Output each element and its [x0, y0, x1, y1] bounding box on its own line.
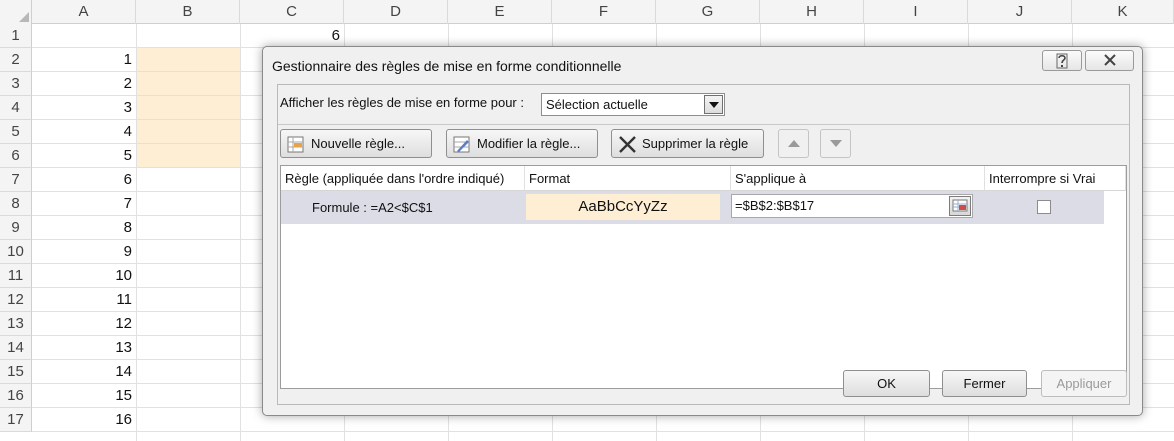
- apply-button[interactable]: Appliquer: [1041, 370, 1127, 397]
- format-preview: AaBbCcYyZz: [526, 194, 720, 220]
- show-rules-value: Sélection actuelle: [546, 97, 648, 112]
- row-header[interactable]: 15: [0, 360, 32, 384]
- dialog-title: Gestionnaire des règles de mise en forme…: [272, 58, 622, 74]
- column-header-g[interactable]: G: [656, 0, 760, 24]
- close-button[interactable]: Fermer: [942, 370, 1027, 397]
- arrow-down-icon: [830, 140, 842, 147]
- column-header-j[interactable]: J: [968, 0, 1072, 24]
- header-stop-if-true: Interrompre si Vrai: [985, 166, 1126, 191]
- cell-a[interactable]: 6: [32, 168, 136, 191]
- row-header[interactable]: 3: [0, 72, 32, 96]
- rule-row[interactable]: Formule : =A2<$C$1 AaBbCcYyZz =$B$2:$B$1…: [281, 191, 1104, 224]
- header-format: Format: [525, 166, 731, 191]
- cell-a[interactable]: 7: [32, 192, 136, 215]
- cell-a[interactable]: 10: [32, 264, 136, 287]
- cell-a[interactable]: 16: [32, 408, 136, 431]
- row-header[interactable]: 6: [0, 144, 32, 168]
- row-header[interactable]: 13: [0, 312, 32, 336]
- column-header-k[interactable]: K: [1072, 0, 1174, 24]
- cell-a[interactable]: 4: [32, 120, 136, 143]
- show-rules-label: Afficher les règles de mise en forme pou…: [280, 95, 524, 110]
- dialog-content-panel: Afficher les règles de mise en forme pou…: [277, 84, 1130, 405]
- column-header-a[interactable]: A: [32, 0, 136, 24]
- show-rules-dropdown[interactable]: Sélection actuelle: [541, 93, 725, 116]
- row-header[interactable]: 14: [0, 336, 32, 360]
- row-header[interactable]: 4: [0, 96, 32, 120]
- question-icon: [1055, 53, 1069, 72]
- row-header[interactable]: 7: [0, 168, 32, 192]
- row-header[interactable]: 8: [0, 192, 32, 216]
- header-applies-to: S'applique à: [731, 166, 985, 191]
- cell-a[interactable]: 12: [32, 312, 136, 335]
- edit-rule-icon: [453, 135, 470, 153]
- new-rule-button[interactable]: Nouvelle règle...: [280, 129, 432, 158]
- cell-c1[interactable]: 6: [240, 24, 344, 47]
- close-dialog-button[interactable]: [1085, 50, 1134, 71]
- column-header-i[interactable]: I: [864, 0, 968, 24]
- column-header-row: A B C D E F G H I J K: [0, 0, 1174, 24]
- new-rule-label: Nouvelle règle...: [311, 136, 405, 151]
- applies-to-value: =$B$2:$B$17: [735, 198, 815, 213]
- column-header-e[interactable]: E: [448, 0, 552, 24]
- cell-a[interactable]: 11: [32, 288, 136, 311]
- applies-to-input[interactable]: =$B$2:$B$17: [731, 194, 973, 218]
- grid-row-line: [32, 24, 1174, 48]
- column-header-d[interactable]: D: [344, 0, 448, 24]
- row-header[interactable]: 10: [0, 240, 32, 264]
- help-button[interactable]: [1042, 50, 1082, 71]
- rules-table: Règle (appliquée dans l'ordre indiqué) F…: [280, 165, 1127, 389]
- cell-a[interactable]: 2: [32, 72, 136, 95]
- header-rule: Règle (appliquée dans l'ordre indiqué): [281, 166, 525, 191]
- row-header[interactable]: 9: [0, 216, 32, 240]
- arrow-up-icon: [788, 140, 800, 147]
- delete-icon: [618, 135, 636, 153]
- row-header[interactable]: 16: [0, 384, 32, 408]
- close-icon: [1103, 53, 1117, 69]
- delete-rule-label: Supprimer la règle: [642, 136, 749, 151]
- cell-a[interactable]: 8: [32, 216, 136, 239]
- cell-a[interactable]: 15: [32, 384, 136, 407]
- collapse-range-button[interactable]: [949, 196, 971, 216]
- row-header[interactable]: 1: [0, 24, 32, 48]
- column-header-h[interactable]: H: [760, 0, 864, 24]
- row-header[interactable]: 12: [0, 288, 32, 312]
- column-header-b[interactable]: B: [136, 0, 240, 24]
- edit-rule-button[interactable]: Modifier la règle...: [446, 129, 598, 158]
- cell-a[interactable]: 9: [32, 240, 136, 263]
- rule-description: Formule : =A2<$C$1: [312, 200, 433, 215]
- delete-rule-button[interactable]: Supprimer la règle: [611, 129, 764, 158]
- edit-rule-label: Modifier la règle...: [477, 136, 581, 151]
- move-up-button[interactable]: [778, 129, 809, 158]
- ok-button[interactable]: OK: [843, 370, 930, 397]
- column-header-c[interactable]: C: [240, 0, 344, 24]
- cell-a[interactable]: 13: [32, 336, 136, 359]
- range-select-icon: [950, 199, 970, 218]
- new-rule-icon: [287, 135, 304, 153]
- cell-a[interactable]: 1: [32, 48, 136, 71]
- row-header[interactable]: 5: [0, 120, 32, 144]
- chevron-down-icon[interactable]: [704, 95, 723, 114]
- stop-if-true-checkbox[interactable]: [1037, 200, 1051, 214]
- column-header-f[interactable]: F: [552, 0, 656, 24]
- row-header[interactable]: 11: [0, 264, 32, 288]
- row-header[interactable]: 17: [0, 408, 32, 432]
- cell-a[interactable]: 3: [32, 96, 136, 119]
- cell-a[interactable]: 5: [32, 144, 136, 167]
- row-header[interactable]: 2: [0, 48, 32, 72]
- cell-a[interactable]: 14: [32, 360, 136, 383]
- select-all-corner[interactable]: [0, 0, 32, 24]
- rules-toolbar: Nouvelle règle... Modifier la règle... S…: [278, 124, 1129, 159]
- conditional-formatting-rules-manager-dialog: Gestionnaire des règles de mise en forme…: [262, 46, 1143, 416]
- move-down-button[interactable]: [820, 129, 851, 158]
